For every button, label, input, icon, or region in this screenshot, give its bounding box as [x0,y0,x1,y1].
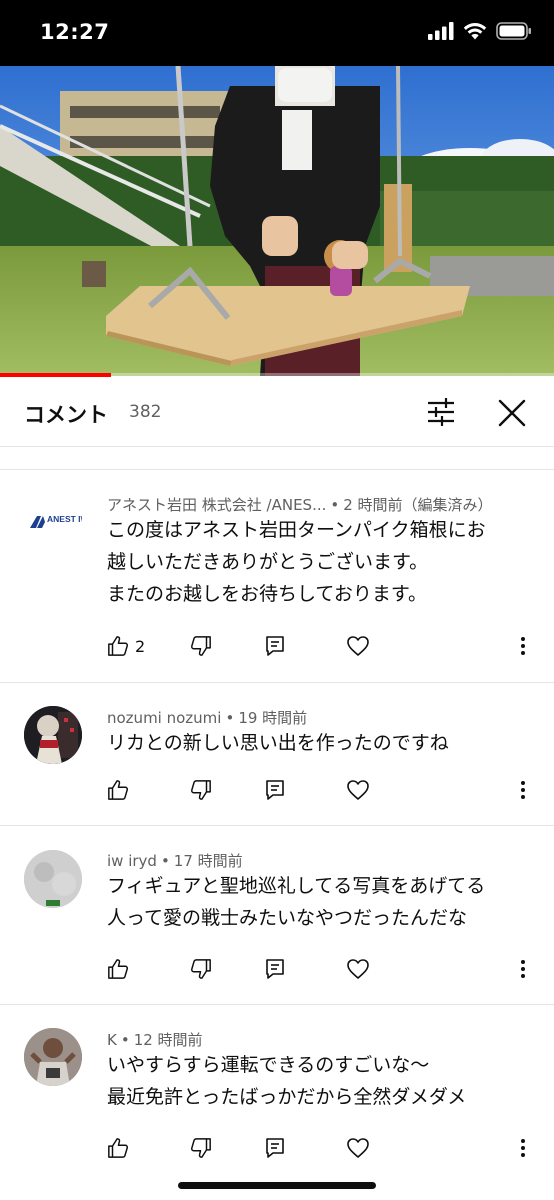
avatar[interactable]: ANEST IWATA [24,492,82,550]
thumb-up-icon [108,959,129,979]
comment-line: 最近免許とったばっかだから全然ダメダメ [107,1086,467,1108]
comment-actions [107,777,537,805]
battery-icon [496,22,531,40]
heart-button[interactable] [346,777,370,803]
comment-line: リカとの新しい思い出を作ったのですね [107,732,449,754]
comments-count: 382 [129,402,162,422]
reply-icon [266,780,284,800]
like-button[interactable] [107,956,129,982]
comment-meta: nozumi nozumi • 19 時間前 [107,709,308,727]
comment-line: いやすらすら運転できるのすごいな〜 [107,1054,430,1076]
more-button[interactable] [519,1135,527,1161]
more-button[interactable] [519,777,527,803]
thumb-down-icon [190,636,211,656]
comment-line: フィギュアと聖地巡礼してる写真をあげてる [107,875,486,897]
comment-time: 17 時間前 [173,852,243,870]
avatar[interactable] [24,850,82,908]
more-vert-icon [521,637,525,655]
comment-author[interactable]: nozumi nozumi [107,709,221,727]
comment-text: いやすらすら運転できるのすごいな〜 最近免許とったばっかだから全然ダメダメ [107,1049,527,1113]
like-button[interactable] [107,1135,129,1161]
comment-time: 2 時間前（編集済み） [343,496,493,514]
more-button[interactable] [519,956,527,982]
status-bar: 12:27 [0,0,554,66]
comments-header: コメント 382 [0,377,554,447]
comment-item: K • 12 時間前 いやすらすら運転できるのすごいな〜 最近免許とったばっかだから… [0,1005,554,1183]
dislike-button[interactable] [190,1135,212,1161]
thumb-up-icon [108,636,129,656]
heart-button[interactable] [346,633,370,659]
heart-icon [347,959,369,979]
comment-time: 12 時間前 [133,1031,203,1049]
comment-item: nozumi nozumi • 19 時間前 リカとの新しい思い出を作ったのですね [0,683,554,825]
more-vert-icon [521,1139,525,1157]
like-count: 2 [135,636,146,656]
heart-button[interactable] [346,1135,370,1161]
reply-icon [266,1138,284,1158]
dislike-button[interactable] [190,956,212,982]
dislike-button[interactable] [190,777,212,803]
comment-line: この度はアネスト岩田ターンパイク箱根にお [107,519,486,541]
avatar[interactable] [24,706,82,764]
comment-text: フィギュアと聖地巡礼してる写真をあげてる 人って愛の戦士みたいなやつだったんだな [107,870,527,934]
comment-actions: 2 [107,633,537,661]
heart-icon [347,1138,369,1158]
avatar-brand-text: ANEST IWATA [47,514,82,524]
thumb-down-icon [190,780,211,800]
close-icon[interactable] [496,397,528,429]
home-indicator[interactable] [178,1182,376,1189]
thumb-up-icon [108,1138,129,1158]
thumb-up-icon [108,780,129,800]
comment-line: 人って愛の戦士みたいなやつだったんだな [107,907,468,929]
comment-meta: アネスト岩田 株式会社 /ANES... • 2 時間前（編集済み） [107,496,493,514]
comment-actions [107,1135,537,1163]
video-player[interactable] [0,66,554,376]
more-button[interactable] [519,633,527,659]
thumb-down-icon [190,1138,211,1158]
avatar[interactable] [24,1028,82,1086]
comment-author[interactable]: アネスト岩田 株式会社 /ANES... [107,496,326,514]
heart-icon [347,780,369,800]
video-frame [0,66,554,376]
reply-icon [266,959,284,979]
comment-author[interactable]: iw iryd [107,852,157,870]
reply-button[interactable] [265,777,285,803]
comment-text: リカとの新しい思い出を作ったのですね [107,727,527,759]
heart-button[interactable] [346,956,370,982]
comment-actions [107,956,537,984]
sliders-icon[interactable] [424,397,458,427]
thumb-down-icon [190,959,211,979]
reply-icon [266,636,284,656]
reply-button[interactable] [265,1135,285,1161]
comment-meta: iw iryd • 17 時間前 [107,852,243,870]
comment-item: ANEST IWATA アネスト岩田 株式会社 /ANES...•2 時間前（編… [0,470,554,682]
reply-button[interactable] [265,956,285,982]
dislike-button[interactable] [190,633,212,659]
comment-item: iw iryd • 17 時間前 フィギュアと聖地巡礼してる写真をあげてる 人って愛… [0,826,554,1004]
comments-title: コメント [24,403,108,427]
status-icons [428,22,532,40]
comment-line: 越しいただきありがとうございます。 [107,551,429,573]
status-time: 12:27 [40,20,110,44]
comment-time: 19 時間前 [238,709,308,727]
comment-meta: K • 12 時間前 [107,1031,203,1049]
reply-button[interactable] [265,633,285,659]
comment-line: またのお越しをお待ちしております。 [107,583,427,605]
like-button[interactable]: 2 [107,633,145,659]
signal-icon [428,22,454,40]
more-vert-icon [521,781,525,799]
comment-author[interactable]: K [107,1031,117,1049]
heart-icon [347,636,369,656]
comment-text: この度はアネスト岩田ターンパイク箱根にお 越しいただきありがとうございます。 ま… [107,514,527,610]
wifi-icon [463,23,487,40]
like-button[interactable] [107,777,129,803]
more-vert-icon [521,960,525,978]
